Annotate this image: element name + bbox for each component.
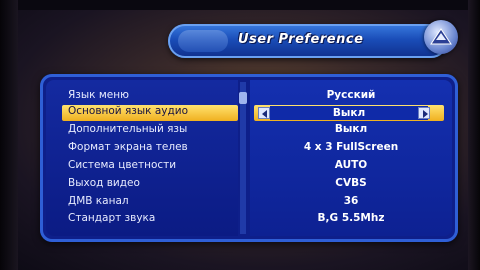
setting-value-tv-screen-format[interactable]: 4 x 3 FullScreen [262,141,440,157]
scrollbar-thumb[interactable] [239,92,247,104]
setting-label-uhf-channel[interactable]: ДМВ канал [68,195,240,211]
setting-label-primary-audio-language[interactable]: Основной язык аудио [62,105,238,121]
arrow-right-icon[interactable] [418,107,430,119]
title-decoration [178,30,228,52]
settings-badge-icon [424,20,458,54]
setting-value-menu-language[interactable]: Русский [262,89,440,105]
setting-value-color-system[interactable]: AUTO [262,159,440,175]
setting-label-tv-screen-format[interactable]: Формат экрана телев [68,141,240,157]
screen-bezel-right [468,0,480,270]
arrow-left-icon[interactable] [258,107,270,119]
setting-label-color-system[interactable]: Система цветности [68,159,240,175]
setting-value-uhf-channel[interactable]: 36 [262,195,440,211]
setting-value-video-output[interactable]: CVBS [262,177,440,193]
setting-value-sound-standard[interactable]: B,G 5.5Mhz [262,212,440,228]
setting-label-secondary-audio-language[interactable]: Дополнительный язы [68,123,240,139]
setting-value-secondary-audio-language[interactable]: Выкл [262,123,440,139]
screen-bezel-left [0,0,18,270]
scrollbar-track[interactable] [240,82,246,234]
screen-bezel-top [0,0,480,10]
setting-label-sound-standard[interactable]: Стандарт звука [68,212,240,228]
setting-value-primary-audio-language[interactable]: Выкл [270,106,428,120]
page-title: User Preference [238,32,364,47]
setting-label-menu-language[interactable]: Язык меню [68,89,240,105]
setting-label-video-output[interactable]: Выход видео [68,177,240,193]
